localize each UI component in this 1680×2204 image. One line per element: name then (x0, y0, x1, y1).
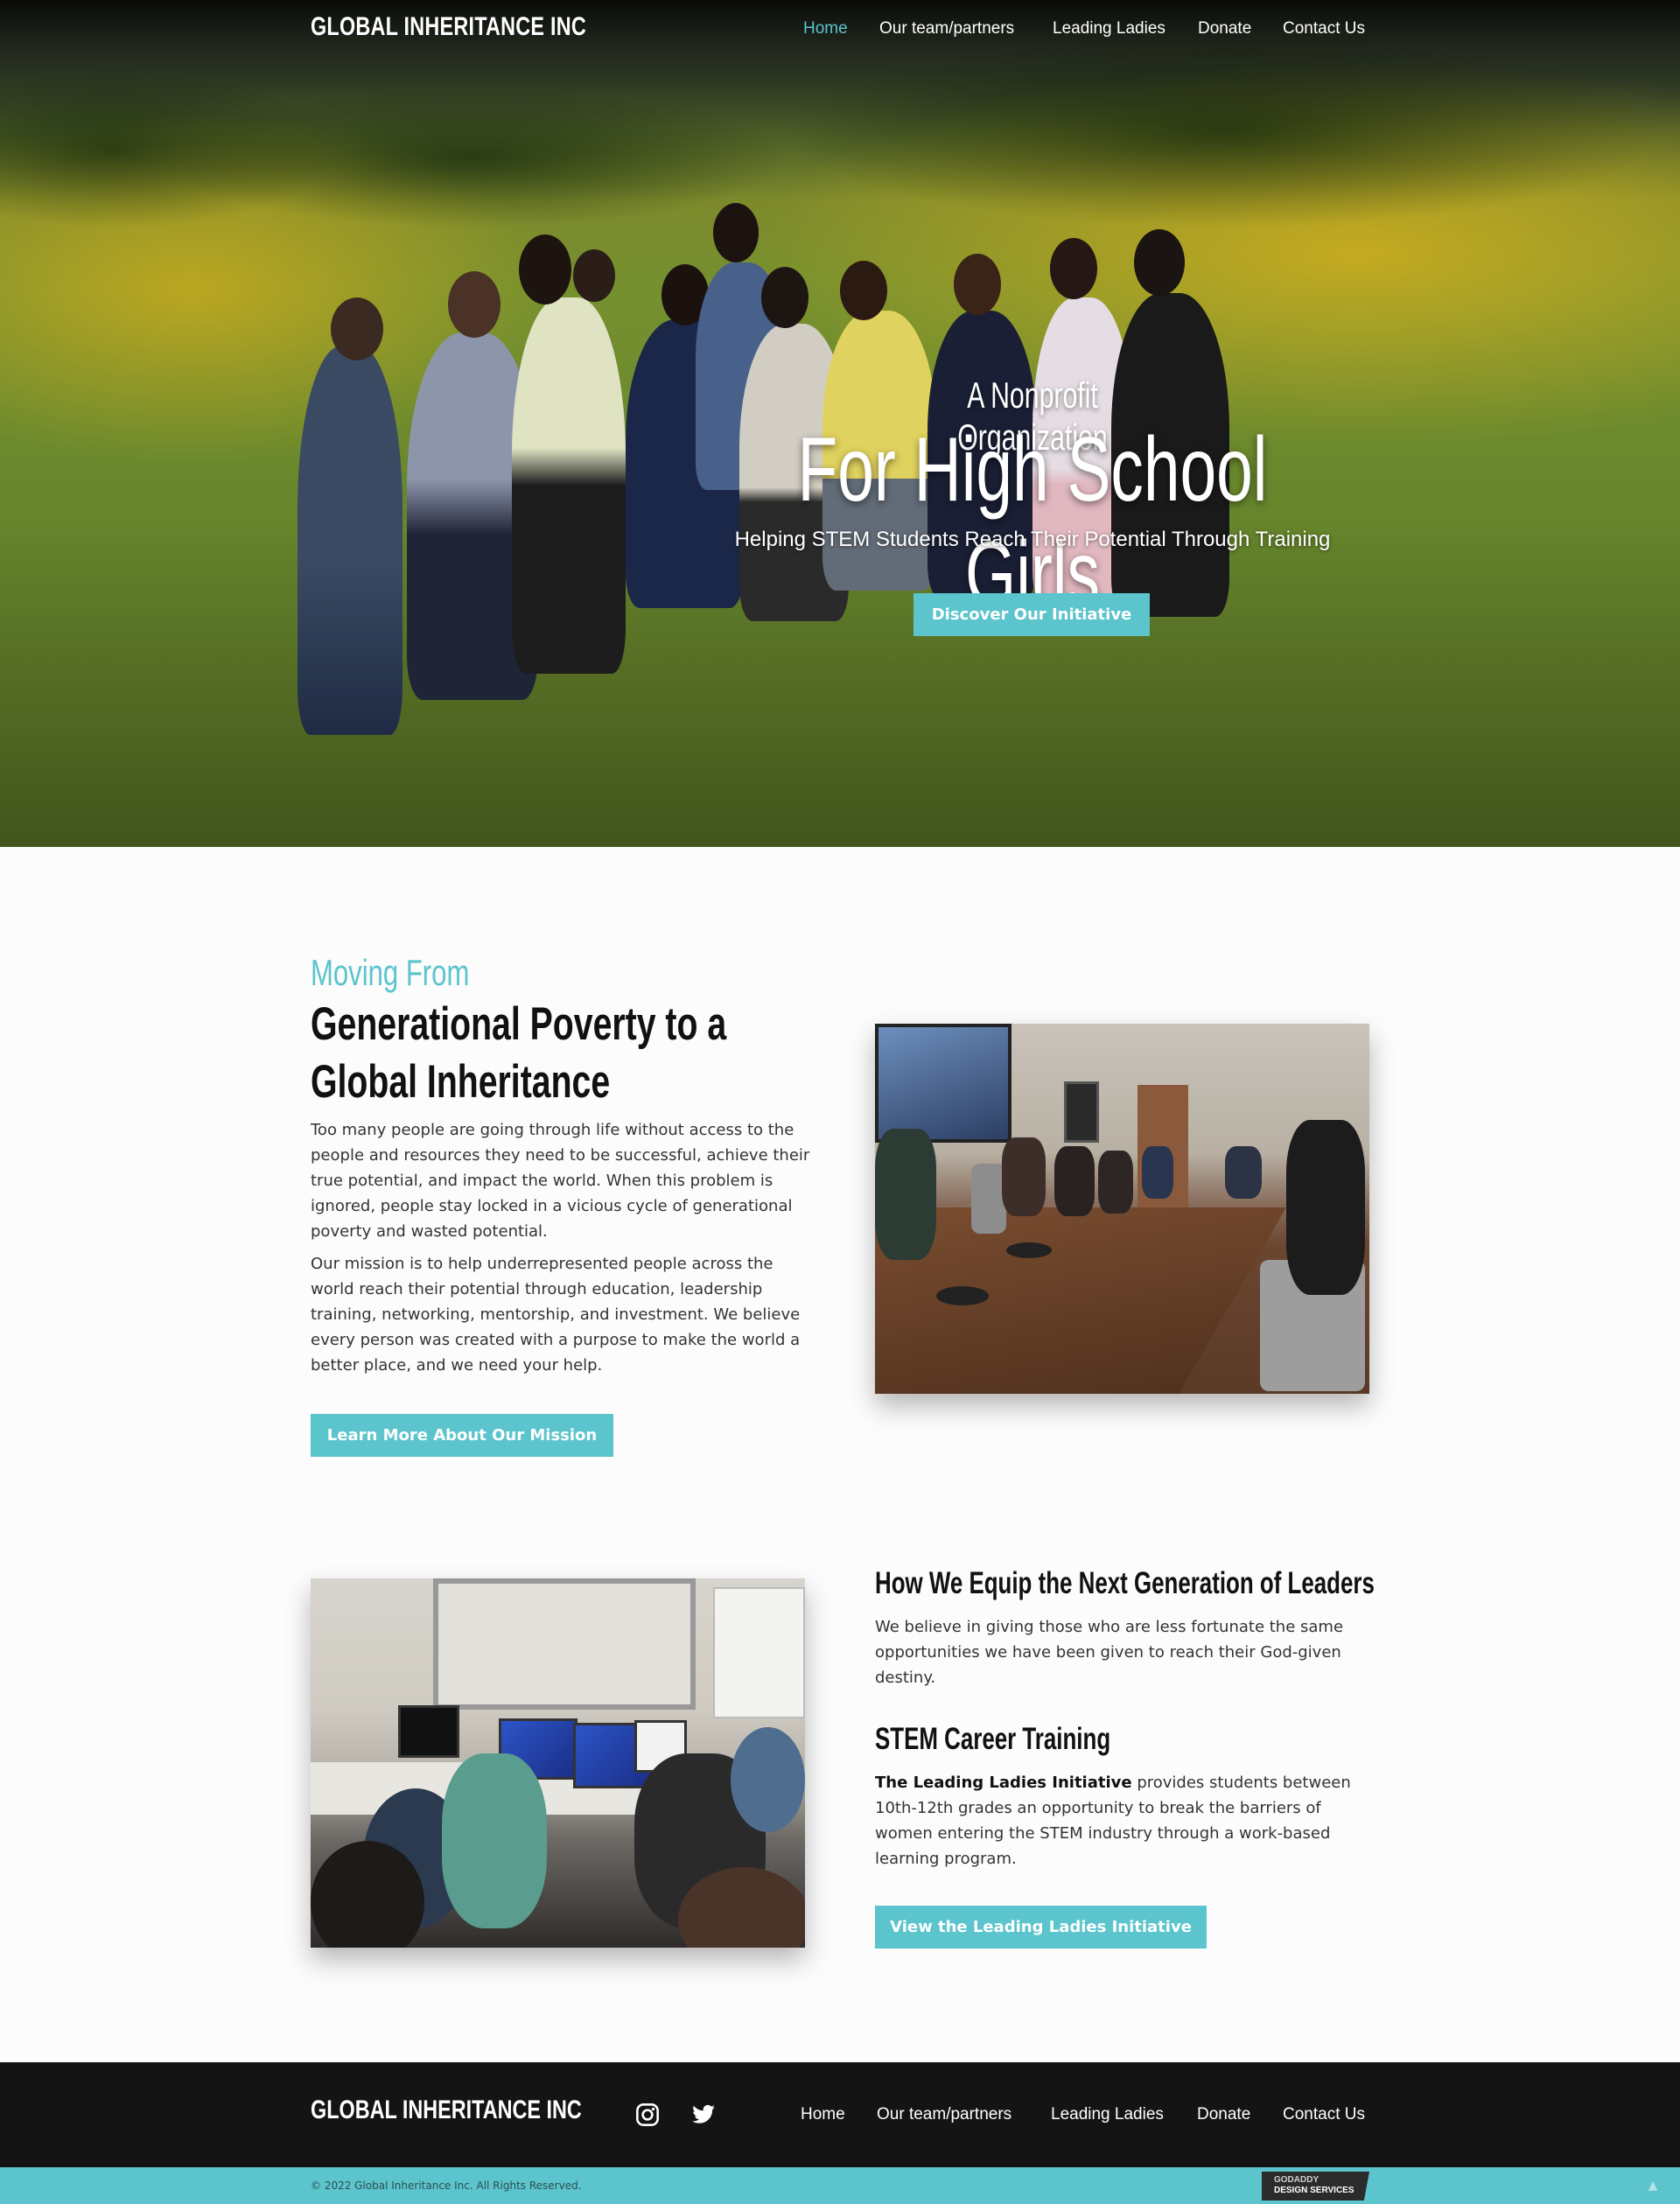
nav-home[interactable]: Home (803, 19, 848, 38)
view-leading-ladies-button[interactable]: View the Leading Ladies Initiative (875, 1906, 1207, 1949)
mission-paragraph-1: Too many people are going through life w… (311, 1121, 810, 1241)
copyright-bar: © 2022 Global Inheritance Inc. All Right… (0, 2167, 1680, 2204)
footer: GLOBAL INHERITANCE INC Home Our team/par… (0, 2062, 1680, 2167)
godaddy-badge-bottom: DESIGN SERVICES (1274, 2186, 1354, 2195)
hero-tagline: Helping STEM Students Reach Their Potent… (734, 528, 1331, 551)
nav-donate[interactable]: Donate (1198, 19, 1251, 38)
equip-paragraph: We believe in giving those who are less … (875, 1618, 1344, 1687)
nav-team-partners[interactable]: Our team/partners (879, 19, 1014, 38)
discover-initiative-button[interactable]: Discover Our Initiative (914, 593, 1150, 636)
instagram-icon[interactable] (635, 2103, 660, 2127)
equip-heading: How We Equip the Next Generation of Lead… (875, 1566, 1375, 1600)
learn-more-mission-button[interactable]: Learn More About Our Mission (311, 1414, 613, 1457)
nav-leading-ladies[interactable]: Leading Ladies (1053, 19, 1166, 38)
footer-link-home[interactable]: Home (801, 2105, 845, 2124)
twitter-icon[interactable] (690, 2103, 718, 2127)
stem-paragraph: The Leading Ladies Initiative provides s… (875, 1770, 1361, 1872)
footer-link-team-partners[interactable]: Our team/partners (877, 2105, 1012, 2124)
hero-section: GLOBAL INHERITANCE INC Home Our team/par… (0, 0, 1680, 847)
copyright-text: © 2022 Global Inheritance Inc. All Right… (311, 2180, 582, 2192)
godaddy-badge[interactable]: GODADDY DESIGN SERVICES (1262, 2172, 1369, 2201)
footer-brand[interactable]: GLOBAL INHERITANCE INC (311, 2096, 582, 2125)
mission-heading: Generational Poverty to a Global Inherit… (311, 998, 727, 1108)
godaddy-badge-top: GODADDY (1274, 2175, 1320, 2185)
footer-link-leading-ladies[interactable]: Leading Ladies (1051, 2105, 1164, 2124)
mission-paragraph-2: Our mission is to help underrepresented … (311, 1255, 801, 1375)
footer-link-contact-us[interactable]: Contact Us (1283, 2105, 1365, 2124)
site-brand[interactable]: GLOBAL INHERITANCE INC (311, 12, 586, 42)
mission-eyebrow: Moving From (311, 952, 470, 993)
footer-link-donate[interactable]: Donate (1197, 2105, 1250, 2124)
nav-contact-us[interactable]: Contact Us (1283, 19, 1365, 38)
stem-heading: STEM Career Training (875, 1722, 1111, 1756)
meeting-room-photo (875, 1024, 1369, 1394)
scroll-to-top-icon[interactable]: ▲ (1638, 2171, 1668, 2201)
lab-training-photo (311, 1578, 805, 1948)
leading-ladies-initiative-bold: The Leading Ladies Initiative (875, 1774, 1132, 1792)
